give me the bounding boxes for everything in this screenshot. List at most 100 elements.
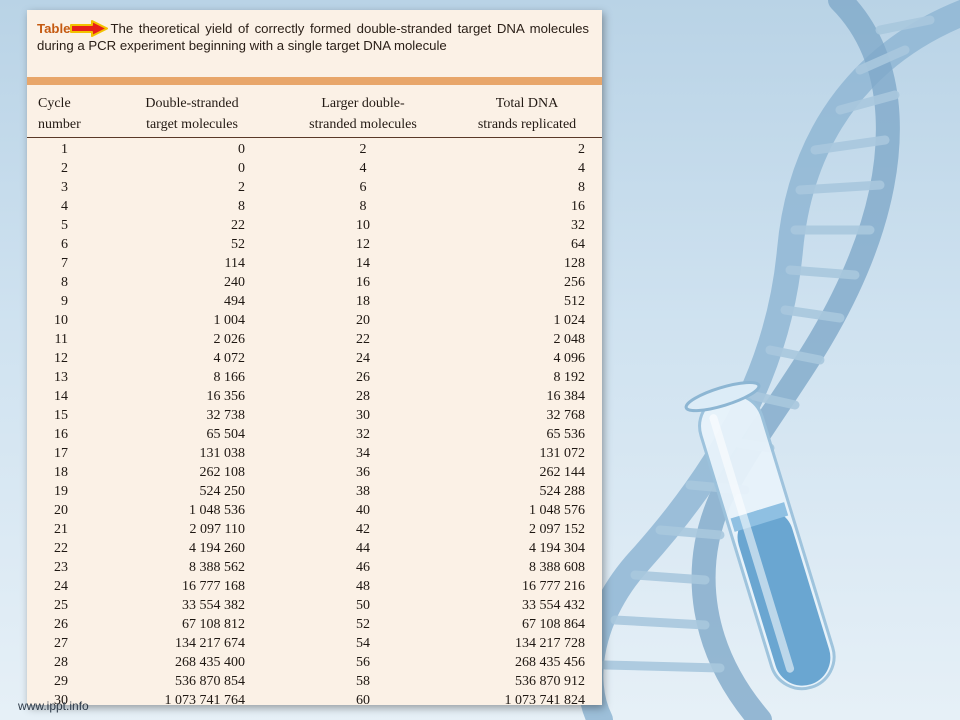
target-molecules-cell: 67 108 812 <box>182 617 245 632</box>
larger-molecules-cell: 24 <box>356 351 370 366</box>
larger-molecules-cell: 20 <box>356 313 370 328</box>
table-row: 12 4 072 24 4 096 <box>27 349 602 368</box>
larger-molecules-cell: 48 <box>356 579 370 594</box>
caption-rule <box>27 77 602 85</box>
cycle-number-cell: 18 <box>54 465 68 480</box>
total-strands-cell: 4 194 304 <box>529 541 585 556</box>
table-sheet: Table The theoretical yield of correctly… <box>27 10 602 708</box>
larger-molecules-cell: 50 <box>356 598 370 613</box>
cycle-number-cell: 8 <box>61 275 68 290</box>
table-row: 9 494 18 512 <box>27 292 602 311</box>
table-caption: Table The theoretical yield of correctly… <box>37 20 589 54</box>
target-molecules-cell: 16 777 168 <box>182 579 245 594</box>
target-molecules-cell: 134 217 674 <box>175 636 245 651</box>
target-molecules-cell: 8 <box>238 199 245 214</box>
target-molecules-cell: 8 166 <box>213 370 246 385</box>
table-row: 19 524 250 38 524 288 <box>27 482 602 501</box>
table-row: 6 52 12 64 <box>27 235 602 254</box>
total-strands-cell: 256 <box>564 275 585 290</box>
target-molecules-cell: 268 435 400 <box>175 655 245 670</box>
table-header: Cycle number Double-stranded target molecu… <box>27 85 602 138</box>
total-strands-cell: 1 048 576 <box>529 503 585 518</box>
target-molecules-cell: 1 073 741 764 <box>164 693 246 708</box>
table-body: 1 0 2 2 2 0 4 4 3 2 6 8 4 8 8 16 5 22 10 32 6 52 12 64 7 114 14 128… <box>27 140 602 710</box>
larger-molecules-cell: 34 <box>356 446 370 461</box>
total-strands-cell: 16 777 216 <box>522 579 585 594</box>
larger-molecules-cell: 2 <box>359 142 367 157</box>
table-row: 22 4 194 260 44 4 194 304 <box>27 539 602 558</box>
table-row: 2044 <box>27 159 602 178</box>
target-molecules-cell: 1 048 536 <box>189 503 245 518</box>
table-row: 20 1 048 536 40 1 048 576 <box>27 501 602 520</box>
larger-molecules-cell: 40 <box>356 503 370 518</box>
total-strands-cell: 1 073 741 824 <box>504 693 586 708</box>
total-strands-cell: 262 144 <box>539 465 586 480</box>
table-row: 23 8 388 562 46 8 388 608 <box>27 558 602 577</box>
target-molecules-cell: 52 <box>231 237 245 252</box>
total-strands-cell: 65 536 <box>546 427 586 442</box>
total-strands-cell: 16 <box>571 199 585 214</box>
total-strands-cell: 268 435 456 <box>515 655 585 670</box>
cycle-number-cell: 5 <box>61 218 68 233</box>
total-strands-cell: 1 024 <box>553 313 586 328</box>
cycle-number-cell: 12 <box>54 351 68 366</box>
total-strands-cell: 64 <box>571 237 585 252</box>
target-molecules-cell: 0 <box>238 142 245 157</box>
total-strands-cell: 32 <box>571 218 585 233</box>
cycle-number-cell: 19 <box>54 484 68 499</box>
header-cycle-number: Cycle number <box>38 96 81 132</box>
target-molecules-cell: 536 870 854 <box>175 674 245 689</box>
total-strands-cell: 2 097 152 <box>529 522 585 537</box>
table-row: 7 114 14 128 <box>27 254 602 273</box>
cycle-number-cell: 26 <box>54 617 68 632</box>
table-row: 3 2 6 8 <box>27 178 602 197</box>
total-strands-cell: 128 <box>564 256 585 271</box>
target-molecules-cell: 32 738 <box>206 408 246 423</box>
table-row: 16 65 504 32 65 536 <box>27 425 602 444</box>
target-molecules-cell: 2 097 110 <box>189 522 245 537</box>
target-molecules-cell: 114 <box>224 256 245 271</box>
table-row: 15 32 738 30 32 768 <box>27 406 602 425</box>
total-strands-cell: 2 <box>578 142 585 157</box>
table-row: 5 22 10 32 <box>27 216 602 235</box>
larger-molecules-cell: 4 <box>359 161 367 176</box>
cycle-number-cell: 20 <box>54 503 68 518</box>
header-larger-double-stranded: Larger double-stranded molecules <box>309 96 417 132</box>
right-arrow-icon <box>70 20 109 37</box>
table-row: 18 262 108 36 262 144 <box>27 463 602 482</box>
larger-molecules-cell: 46 <box>356 560 370 575</box>
larger-molecules-cell: 38 <box>356 484 370 499</box>
cycle-number-cell: 29 <box>54 674 68 689</box>
larger-molecules-cell: 44 <box>356 541 370 556</box>
cycle-number-cell: 27 <box>54 636 68 651</box>
target-molecules-cell: 131 038 <box>199 446 246 461</box>
cycle-number-cell: 6 <box>61 237 68 252</box>
table-row: 27 134 217 674 54 134 217 728 <box>27 634 602 653</box>
cycle-number-cell: 7 <box>61 256 68 271</box>
target-molecules-cell: 1 004 <box>213 313 246 328</box>
larger-molecules-cell: 28 <box>356 389 370 404</box>
total-strands-cell: 8 <box>578 180 585 195</box>
table-row: 29 536 870 854 58 536 870 912 <box>27 672 602 691</box>
cycle-number-cell: 22 <box>54 541 68 556</box>
total-strands-cell: 2 048 <box>553 332 586 347</box>
total-strands-cell: 33 554 432 <box>522 598 585 613</box>
total-strands-cell: 32 768 <box>546 408 586 423</box>
cycle-number-cell: 3 <box>61 180 68 195</box>
table-row: 17 131 038 34 131 072 <box>27 444 602 463</box>
target-molecules-cell: 22 <box>231 218 245 233</box>
larger-molecules-cell: 26 <box>356 370 370 385</box>
cycle-number-cell: 23 <box>54 560 68 575</box>
larger-molecules-cell: 54 <box>356 636 370 651</box>
total-strands-cell: 8 192 <box>553 370 586 385</box>
cycle-number-cell: 1 <box>61 142 68 157</box>
table-row: 14 16 356 28 16 384 <box>27 387 602 406</box>
table-row: 13 8 166 26 8 192 <box>27 368 602 387</box>
total-strands-cell: 8 388 608 <box>529 560 585 575</box>
cycle-number-cell: 21 <box>54 522 68 537</box>
larger-molecules-cell: 60 <box>356 693 370 708</box>
total-strands-cell: 134 217 728 <box>515 636 585 651</box>
table-row: 30 1 073 741 764 60 1 073 741 824 <box>27 691 602 710</box>
cycle-number-cell: 11 <box>54 332 68 347</box>
cycle-number-cell: 15 <box>54 408 68 423</box>
